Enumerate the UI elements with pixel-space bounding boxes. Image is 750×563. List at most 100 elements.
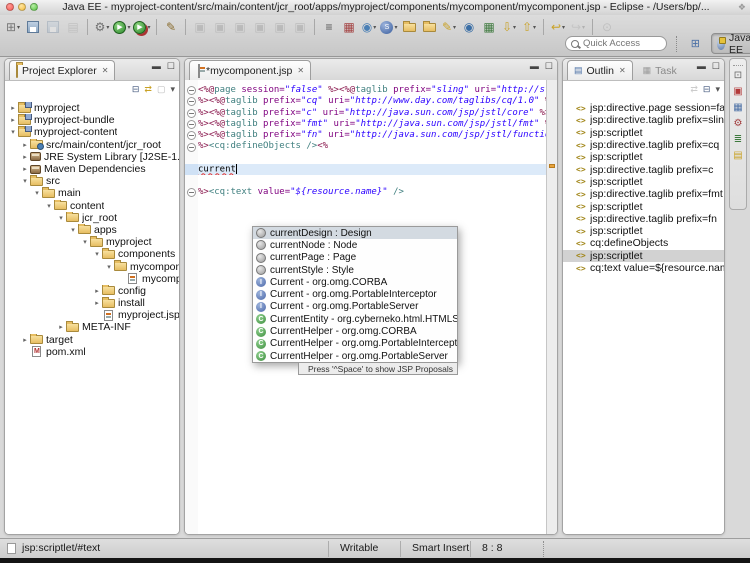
- close-icon[interactable]: ✕: [619, 66, 626, 75]
- tree-expander-icon[interactable]: ▾: [92, 250, 102, 258]
- outline-item[interactable]: <>jsp:scriptlet: [563, 176, 724, 188]
- overview-ruler[interactable]: [546, 80, 557, 534]
- assist-proposal[interactable]: CCurrentEntity - org.cyberneko.html.HTML…: [253, 313, 457, 325]
- perspective-java-ee-button[interactable]: Java EE: [711, 33, 750, 54]
- tree-item[interactable]: ▾content: [5, 200, 179, 212]
- outline-item[interactable]: <>jsp:scriptlet: [563, 250, 724, 262]
- back-icon[interactable]: ↩▾: [549, 18, 567, 36]
- tree-item[interactable]: mycomponent.jsp: [5, 273, 179, 285]
- tree-expander-icon[interactable]: ▾: [56, 214, 66, 222]
- tree-expander-icon[interactable]: ▾: [8, 128, 18, 136]
- assist-proposal[interactable]: CCurrentHelper - org.omg.CORBA: [253, 325, 457, 337]
- tree-expander-icon[interactable]: ▾: [80, 238, 90, 246]
- tree-expander-icon[interactable]: ▸: [8, 104, 18, 112]
- outline-item[interactable]: <>jsp:directive.taglib prefix=c: [563, 163, 724, 175]
- tree-item[interactable]: ▸myproject-bundle: [5, 114, 179, 126]
- tree-item[interactable]: ▾myproject: [5, 236, 179, 248]
- assist-proposal[interactable]: ICurrent - org.omg.PortableServer: [253, 301, 457, 313]
- tree-expander-icon[interactable]: ▸: [92, 287, 102, 295]
- outline-item[interactable]: <>cq:text value=${resource.name}: [563, 262, 724, 274]
- outline-item[interactable]: <>jsp:scriptlet: [563, 200, 724, 212]
- assist-proposal[interactable]: currentDesign : Design: [253, 227, 457, 239]
- tree-expander-icon[interactable]: ▾: [44, 202, 54, 210]
- assist-proposal[interactable]: CCurrentHelper - org.omg.PortableInterce…: [253, 338, 457, 350]
- code-area[interactable]: <%@page session="false" %><%@taglib pref…: [198, 85, 547, 198]
- assist-proposal[interactable]: currentNode : Node: [253, 239, 457, 251]
- tree-expander-icon[interactable]: ▸: [20, 336, 30, 344]
- tree-item[interactable]: ▸Maven Dependencies: [5, 163, 179, 175]
- tree-expander-icon[interactable]: ▾: [104, 263, 114, 271]
- fold-collapse-icon[interactable]: [187, 143, 196, 152]
- tree-expander-icon[interactable]: ▸: [56, 323, 66, 331]
- assist-proposal[interactable]: currentPage : Page: [253, 252, 457, 264]
- tab-project-explorer[interactable]: Project Explorer ✕: [9, 60, 115, 80]
- previous-annotation-icon[interactable]: ⇧▾: [520, 18, 538, 36]
- pencil-tool-icon[interactable]: ✎: [162, 18, 180, 36]
- minimize-window-button[interactable]: [18, 3, 26, 11]
- servers-view-icon[interactable]: ⚙: [731, 116, 745, 130]
- tree-expander-icon[interactable]: ▾: [68, 226, 78, 234]
- assist-proposal[interactable]: ICurrent - org.omg.PortableInterceptor: [253, 288, 457, 300]
- strip-grip[interactable]: [733, 60, 743, 66]
- snippets-view-icon[interactable]: ▤: [731, 148, 745, 162]
- assist-proposal[interactable]: ICurrent - org.omg.CORBA: [253, 276, 457, 288]
- highlighter-icon[interactable]: ✎▾: [440, 18, 458, 36]
- collapse-all-icon[interactable]: ⊟: [703, 85, 711, 94]
- web-browser-wizard-icon[interactable]: ◉▾: [360, 18, 378, 36]
- close-icon[interactable]: ✕: [102, 66, 109, 75]
- next-annotation-icon[interactable]: ⇩▾: [500, 18, 518, 36]
- fold-collapse-icon[interactable]: [187, 86, 196, 95]
- tree-expander-icon[interactable]: ▸: [92, 299, 102, 307]
- tree-item[interactable]: ▸myproject: [5, 102, 179, 114]
- tree-item[interactable]: ▸config: [5, 285, 179, 297]
- tree-item[interactable]: ▾myproject-content: [5, 126, 179, 138]
- run-icon[interactable]: ▶▾: [113, 18, 131, 36]
- search-icon[interactable]: ≡: [320, 18, 338, 36]
- outline-item[interactable]: <>jsp:directive.taglib prefix=fmt: [563, 188, 724, 200]
- fold-collapse-icon[interactable]: [187, 120, 196, 129]
- tree-item[interactable]: ▾src: [5, 175, 179, 187]
- tree-expander-icon[interactable]: ▾: [20, 177, 30, 185]
- quick-access[interactable]: [565, 36, 667, 51]
- tree-item[interactable]: myproject.jsp: [5, 309, 179, 321]
- current-line[interactable]: current: [198, 164, 547, 175]
- tab-outline[interactable]: ▤ Outlin ✕: [567, 60, 633, 80]
- code-line[interactable]: %><%@taglib prefix="fn" uri="http://java…: [198, 130, 547, 141]
- maximize-view-button[interactable]: ☐: [167, 62, 175, 71]
- assist-proposal[interactable]: CCurrentHelper - org.omg.PortableServer: [253, 350, 457, 362]
- code-line[interactable]: %><%@taglib prefix="cq" uri="http://www.…: [198, 96, 547, 107]
- tree-item[interactable]: pom.xml: [5, 346, 179, 358]
- minimize-view-button[interactable]: ▬: [152, 62, 161, 71]
- quick-access-input[interactable]: [583, 38, 659, 49]
- import-folder-icon[interactable]: [420, 18, 438, 36]
- open-folder-icon[interactable]: [400, 18, 418, 36]
- web-service-wizard-icon[interactable]: S▾: [380, 18, 398, 36]
- tree-item[interactable]: ▾components: [5, 248, 179, 260]
- properties-view-icon[interactable]: ▦: [731, 100, 745, 114]
- zoom-window-button[interactable]: [30, 3, 38, 11]
- code-line[interactable]: %><cq:defineObjects /><%: [198, 141, 547, 152]
- browser-icon[interactable]: ◉: [460, 18, 478, 36]
- fold-collapse-icon[interactable]: [187, 131, 196, 140]
- sync-table-icon[interactable]: ▦: [480, 18, 498, 36]
- tab-mycomponent-jsp[interactable]: *mycomponent.jsp ✕: [189, 60, 311, 80]
- outline-item[interactable]: <>jsp:scriptlet: [563, 151, 724, 163]
- tree-item[interactable]: ▸src/main/content/jcr_root: [5, 139, 179, 151]
- view-menu-icon[interactable]: ▾: [170, 85, 175, 94]
- tab-task[interactable]: ▦ Task: [637, 61, 683, 80]
- minimize-view-button[interactable]: ▬: [697, 62, 706, 71]
- tree-item[interactable]: ▾main: [5, 187, 179, 199]
- external-tools-icon[interactable]: ▶▾: [133, 18, 151, 36]
- debug-icon[interactable]: ⚙▾: [93, 18, 111, 36]
- tree-expander-icon[interactable]: ▸: [20, 153, 30, 161]
- data-source-view-icon[interactable]: ≣: [731, 132, 745, 146]
- fold-collapse-icon[interactable]: [187, 97, 196, 106]
- link-with-editor-icon[interactable]: ⇄: [144, 85, 152, 94]
- spelling-annotation-marker[interactable]: [549, 164, 555, 168]
- tree-expander-icon[interactable]: ▸: [20, 141, 30, 149]
- code-line[interactable]: %><%@taglib prefix="fmt" uri="http://jav…: [198, 119, 547, 130]
- new-wizard-icon[interactable]: ⊞▾: [4, 18, 22, 36]
- code-line[interactable]: [198, 175, 547, 186]
- code-line[interactable]: [198, 153, 547, 164]
- open-task-icon[interactable]: ▦: [340, 18, 358, 36]
